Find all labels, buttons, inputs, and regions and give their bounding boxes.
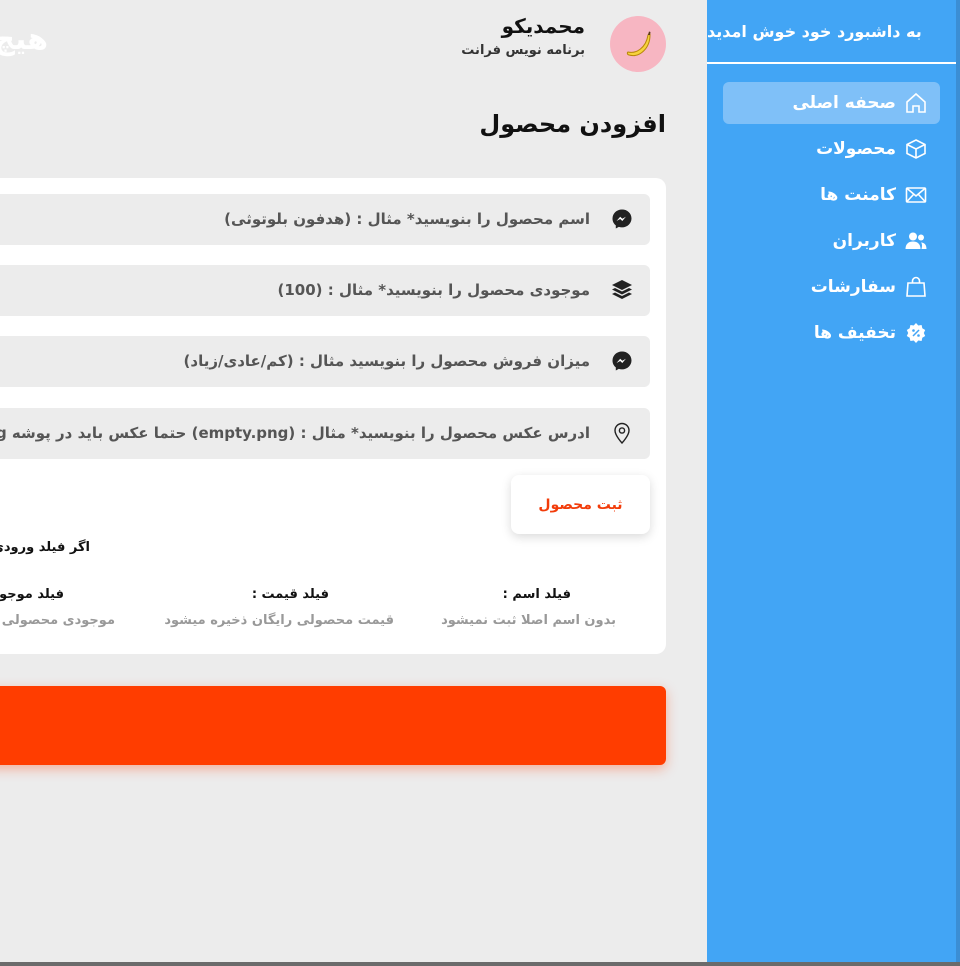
mail-icon [905, 187, 927, 203]
sidebar-item-label: سفارشات [810, 277, 896, 297]
hint-name-title: فیلد اسم : [502, 587, 571, 602]
messenger-icon [612, 351, 632, 371]
hint-price-desc: قیمت محصولی رایگان ذخیره میشود [164, 613, 394, 628]
sidebar-item-label: تخفیف ها [813, 323, 896, 343]
user-role: برنامه نویس فرانت [461, 43, 585, 58]
empty-state-text: هیچ [0, 22, 48, 57]
sidebar-item-comments[interactable]: کامنت ها [723, 174, 940, 216]
sidebar-item-users[interactable]: کاربران [723, 220, 940, 262]
product-sales-input[interactable]: میزان فروش محصول را بنویسید مثال : (کم/ع… [0, 336, 650, 387]
sidebar-item-label: کاربران [832, 231, 896, 251]
hint-name-desc: بدون اسم اصلا ثبت نمیشود [441, 613, 616, 628]
avatar[interactable] [610, 16, 666, 72]
layers-icon [612, 280, 632, 299]
hint-price-title: فیلد قیمت : [251, 587, 329, 602]
product-stock-placeholder: موجودی محصول را بنویسید* مثال : (100) [277, 281, 590, 299]
location-pin-icon [614, 422, 630, 445]
sidebar-item-label: کامنت ها [820, 185, 896, 205]
sidebar-item-orders[interactable]: سفارشات [723, 266, 940, 308]
sidebar-title: به داشبورد خود خوش امدید [707, 0, 956, 64]
product-name-placeholder: اسم محصول را بنویسید* مثال : (هدفون بلوت… [224, 210, 590, 228]
sidebar-menu: صحفه اصلی محصولات کامنت ها کاربران سفارش… [723, 82, 940, 358]
sidebar-item-label: محصولات [816, 139, 896, 159]
product-image-placeholder: ادرس عکس محصول را بنویسید* مثال : (empty… [0, 424, 590, 442]
sidebar-item-discounts[interactable]: تخفیف ها [723, 312, 940, 354]
user-name: محمدیکو [501, 14, 585, 38]
field-note: اگر فیلد ورودی [0, 540, 90, 555]
page-title: افزودن محصول [479, 110, 666, 138]
sidebar-item-products[interactable]: محصولات [723, 128, 940, 170]
bag-icon [906, 276, 926, 297]
sidebar-item-label: صحفه اصلی [792, 93, 896, 113]
sidebar-item-home[interactable]: صحفه اصلی [723, 82, 940, 124]
product-sales-placeholder: میزان فروش محصول را بنویسید مثال : (کم/ع… [183, 352, 590, 370]
discount-badge-icon [906, 323, 926, 343]
submit-product-button[interactable]: ثبت محصول [511, 475, 650, 534]
page: به داشبورد خود خوش امدید صحفه اصلی محصول… [0, 0, 960, 962]
banana-avatar [626, 31, 651, 57]
product-image-input[interactable]: ادرس عکس محصول را بنویسید* مثال : (empty… [0, 408, 650, 459]
hint-stock-desc: موجودی محصولی 1 ذ [0, 613, 115, 628]
users-icon [905, 232, 927, 249]
product-name-input[interactable]: اسم محصول را بنویسید* مثال : (هدفون بلوت… [0, 194, 650, 245]
sidebar-edge [956, 0, 960, 962]
empty-state-banner [0, 686, 666, 765]
box-icon [906, 139, 926, 159]
messenger-icon [612, 209, 632, 229]
home-icon [906, 92, 926, 113]
product-stock-input[interactable]: موجودی محصول را بنویسید* مثال : (100) [0, 265, 650, 316]
hint-stock-title: فیلد موجودی [0, 587, 64, 602]
